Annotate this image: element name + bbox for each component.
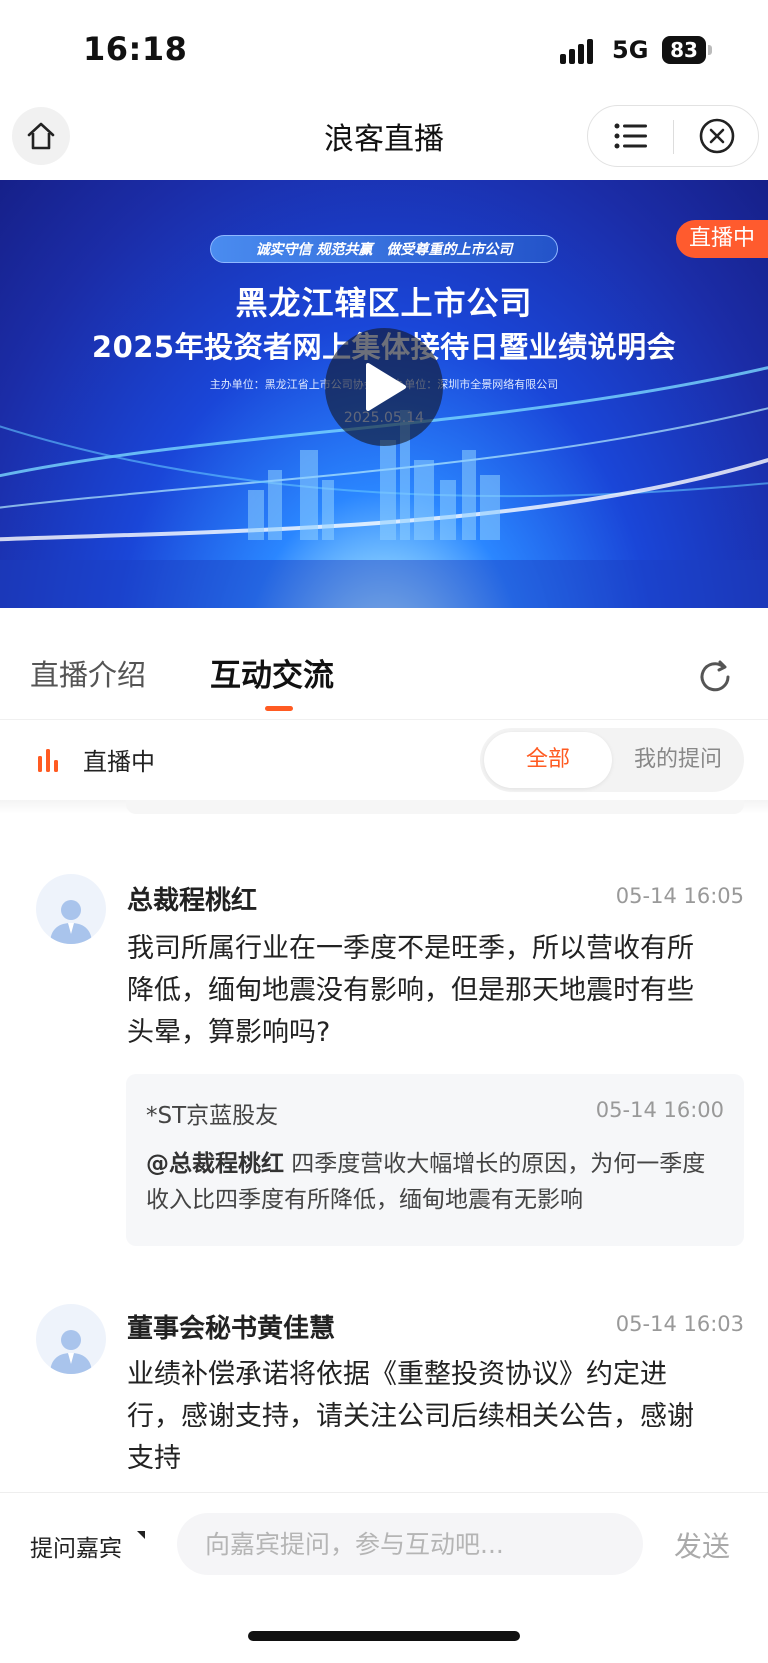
quoted-mention: @总裁程桃红 [146, 1151, 284, 1177]
comment-author: 董事会秘书黄佳慧 [127, 1314, 336, 1344]
list-menu-icon [614, 123, 647, 149]
active-tab-indicator [265, 706, 293, 711]
battery-icon: 83 [662, 36, 712, 64]
close-button[interactable] [674, 106, 760, 166]
battery-tip [708, 45, 712, 55]
play-button[interactable] [325, 328, 443, 446]
live-equalizer-icon [38, 749, 58, 772]
banner-slogan: 诚实守信 规范共赢 做受尊重的上市公司 [210, 235, 558, 263]
tab-live-intro[interactable]: 直播介绍 [30, 652, 146, 694]
menu-button[interactable] [588, 106, 674, 166]
send-button[interactable]: 发送 [674, 1525, 730, 1565]
question-input[interactable] [177, 1513, 643, 1575]
filter-my-questions-button[interactable]: 我的提问 [616, 732, 740, 788]
content-tabs: 直播介绍 互动交流 [0, 608, 768, 720]
battery-level: 83 [662, 36, 706, 64]
previous-quote-edge [126, 800, 744, 814]
nav-bar: 浪客直播 [0, 100, 768, 180]
refresh-icon[interactable] [696, 658, 734, 696]
ask-guest-selector[interactable]: 提问嘉宾 [30, 1529, 122, 1563]
network-type: 5G [612, 36, 649, 64]
question-filter-toggle: 全部 我的提问 [480, 728, 744, 792]
mini-program-capsule [587, 105, 759, 167]
quoted-author: *ST京蓝股友 [146, 1103, 279, 1129]
live-status-badge: 直播中 [676, 220, 768, 258]
comment-text: 我司所属行业在一季度不是旺季，所以营收有所降低，缅甸地震没有影响，但是那天地震时… [127, 933, 694, 1048]
slogan-right: 做受尊重的上市公司 [386, 242, 513, 258]
comment-author: 总裁程桃红 [127, 886, 258, 916]
filter-all-button[interactable]: 全部 [484, 732, 612, 788]
status-time: 16:18 [83, 30, 188, 68]
status-bar: 16:18 5G 83 [0, 0, 768, 100]
comment-time: 05-14 16:05 [615, 884, 744, 908]
user-avatar-icon [50, 900, 92, 944]
user-avatar-icon [50, 1330, 92, 1374]
cellular-signal-icon [560, 39, 593, 64]
play-icon [366, 363, 406, 411]
comment-text: 业绩补偿承诺将依据《重整投资协议》约定进行，感谢支持，请关注公司后续相关公告，感… [127, 1359, 694, 1474]
live-label: 直播中 [83, 748, 155, 776]
quoted-time: 05-14 16:00 [595, 1098, 724, 1122]
avatar [36, 874, 106, 944]
banner-title-line1: 黑龙江辖区上市公司 [235, 284, 533, 322]
avatar [36, 1304, 106, 1374]
caret-down-icon [137, 1531, 145, 1539]
home-indicator [248, 1631, 520, 1641]
close-circle-icon [699, 118, 735, 154]
comment-time: 05-14 16:03 [615, 1312, 744, 1336]
tab-interaction[interactable]: 互动交流 [210, 650, 334, 695]
quoted-question: *ST京蓝股友 05-14 16:00 @总裁程桃红 四季度营收大幅增长的原因，… [126, 1074, 744, 1246]
quoted-text-block: @总裁程桃红 四季度营收大幅增长的原因，为何一季度收入比四季度有所降低，缅甸地震… [146, 1146, 726, 1218]
slogan-left: 诚实守信 规范共赢 [255, 242, 373, 258]
filter-bar: 直播中 全部 我的提问 [0, 720, 768, 800]
live-video-player[interactable]: 诚实守信 规范共赢 做受尊重的上市公司 黑龙江辖区上市公司 2025年投资者网上… [0, 180, 768, 608]
